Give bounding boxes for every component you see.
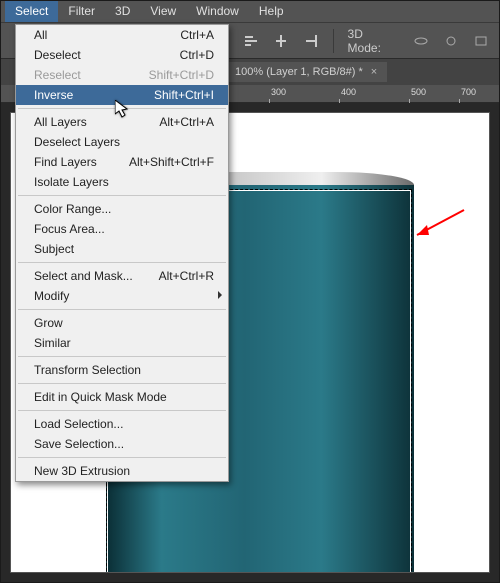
menu-item-reselect: Reselect Shift+Ctrl+D <box>16 65 228 85</box>
menu-item-edit-in-quick-mask-mode[interactable]: Edit in Quick Mask Mode <box>16 387 228 407</box>
menu-separator <box>18 457 226 458</box>
orbit-icon[interactable] <box>413 33 429 49</box>
menu-item-color-range[interactable]: Color Range... <box>16 199 228 219</box>
menu-item-label: Subject <box>34 242 74 256</box>
align-center-icon[interactable] <box>273 33 289 49</box>
menu-item-label: Edit in Quick Mask Mode <box>34 390 167 404</box>
menu-item-grow[interactable]: Grow <box>16 313 228 333</box>
menu-item-all[interactable]: All Ctrl+A <box>16 25 228 45</box>
menu-item-modify[interactable]: Modify <box>16 286 228 306</box>
document-tab-title: 100% (Layer 1, RGB/8#) * <box>235 66 363 78</box>
menu-item-shortcut: Shift+Ctrl+I <box>154 88 214 102</box>
menu-separator <box>18 262 226 263</box>
menu-select[interactable]: Select <box>5 1 58 22</box>
menu-item-similar[interactable]: Similar <box>16 333 228 353</box>
menu-item-label: Deselect <box>34 48 81 62</box>
select-menu-dropdown: All Ctrl+A Deselect Ctrl+D Reselect Shift+Ctr… <box>15 24 229 482</box>
menu-item-label: Transform Selection <box>34 363 141 377</box>
menu-item-focus-area[interactable]: Focus Area... <box>16 219 228 239</box>
align-left-icon[interactable] <box>243 33 259 49</box>
menu-item-load-selection[interactable]: Load Selection... <box>16 414 228 434</box>
menu-item-save-selection[interactable]: Save Selection... <box>16 434 228 454</box>
menu-separator <box>18 195 226 196</box>
menu-window[interactable]: Window <box>186 1 249 22</box>
menu-item-label: New 3D Extrusion <box>34 464 130 478</box>
3d-mode-label: 3D Mode: <box>348 27 399 55</box>
align-right-icon[interactable] <box>303 33 319 49</box>
menu-item-label: Similar <box>34 336 71 350</box>
menu-item-label: Select and Mask... <box>34 269 133 283</box>
menu-item-label: Load Selection... <box>34 417 123 431</box>
mouse-cursor-icon <box>115 100 131 120</box>
menu-separator <box>18 410 226 411</box>
menu-item-deselect[interactable]: Deselect Ctrl+D <box>16 45 228 65</box>
close-icon[interactable]: × <box>371 66 377 78</box>
menu-help[interactable]: Help <box>249 1 294 22</box>
menu-item-label: Save Selection... <box>34 437 124 451</box>
menu-item-label: Reselect <box>34 68 81 82</box>
menu-item-shortcut: Alt+Shift+Ctrl+F <box>129 155 214 169</box>
menu-item-transform-selection[interactable]: Transform Selection <box>16 360 228 380</box>
menu-item-label: Inverse <box>34 88 73 102</box>
menu-separator <box>18 309 226 310</box>
menubar: Select Filter 3D View Window Help <box>1 1 499 23</box>
menu-item-label: Modify <box>34 289 69 303</box>
light-icon[interactable] <box>443 33 459 49</box>
menu-view[interactable]: View <box>140 1 186 22</box>
menu-item-label: Focus Area... <box>34 222 105 236</box>
menu-3d[interactable]: 3D <box>105 1 140 22</box>
submenu-arrow-icon <box>218 291 222 299</box>
menu-item-label: Deselect Layers <box>34 135 120 149</box>
menu-item-new-3d-extrusion[interactable]: New 3D Extrusion <box>16 461 228 481</box>
menu-filter[interactable]: Filter <box>58 1 105 22</box>
menu-item-label: All <box>34 28 47 42</box>
annotation-arrow <box>409 205 469 245</box>
menu-item-label: Find Layers <box>34 155 97 169</box>
menu-separator <box>18 383 226 384</box>
menu-item-isolate-layers[interactable]: Isolate Layers <box>16 172 228 192</box>
menu-item-label: Isolate Layers <box>34 175 109 189</box>
menu-item-shortcut: Ctrl+D <box>180 48 214 62</box>
document-tab[interactable]: 100% (Layer 1, RGB/8#) * × <box>221 62 387 82</box>
render-icon[interactable] <box>473 33 489 49</box>
menu-item-label: All Layers <box>34 115 87 129</box>
menu-item-select-and-mask[interactable]: Select and Mask... Alt+Ctrl+R <box>16 266 228 286</box>
menu-item-deselect-layers[interactable]: Deselect Layers <box>16 132 228 152</box>
menu-item-shortcut: Alt+Ctrl+A <box>159 115 214 129</box>
menu-item-shortcut: Alt+Ctrl+R <box>159 269 214 283</box>
toolbar-separator <box>333 29 334 53</box>
menu-item-label: Grow <box>34 316 63 330</box>
menu-item-shortcut: Ctrl+A <box>180 28 214 42</box>
menu-item-label: Color Range... <box>34 202 111 216</box>
menu-separator <box>18 356 226 357</box>
menu-item-subject[interactable]: Subject <box>16 239 228 259</box>
menu-item-find-layers[interactable]: Find Layers Alt+Shift+Ctrl+F <box>16 152 228 172</box>
menu-item-shortcut: Shift+Ctrl+D <box>149 68 214 82</box>
